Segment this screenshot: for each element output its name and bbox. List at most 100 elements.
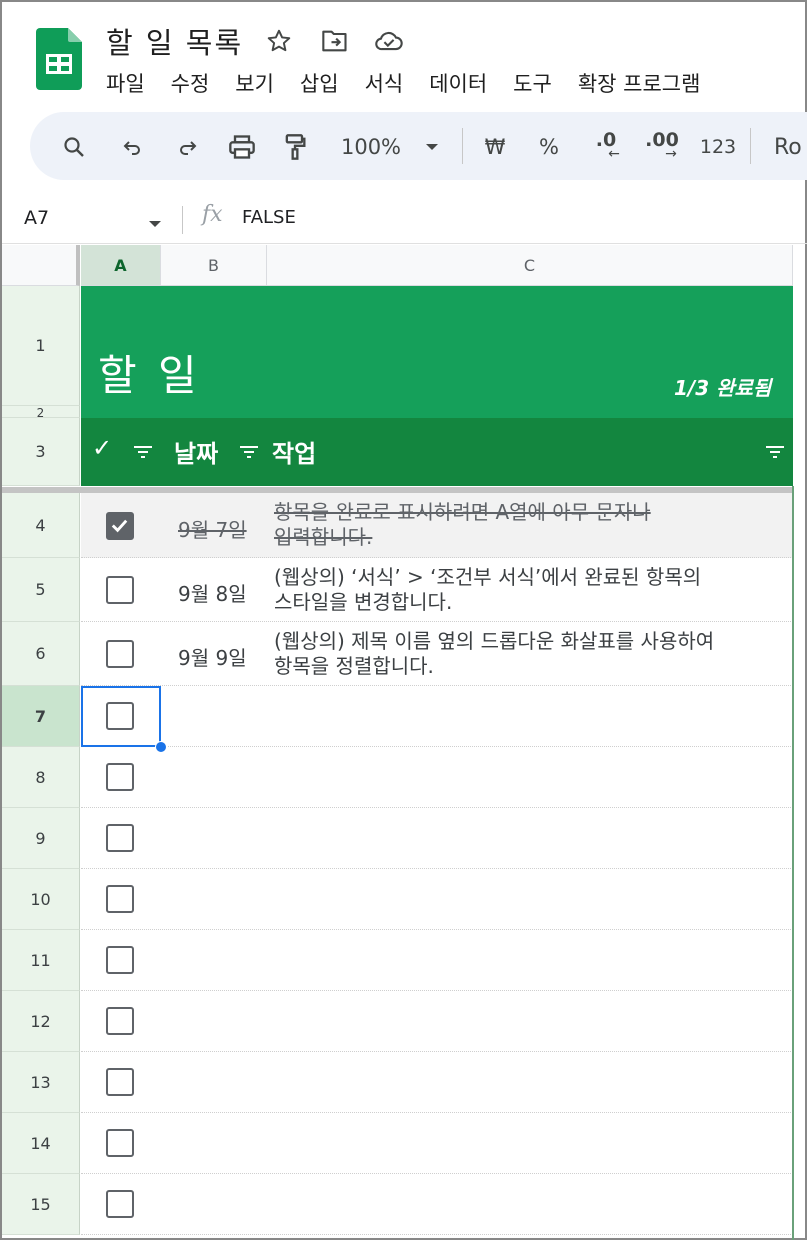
row-header-3[interactable]: 3 xyxy=(2,418,80,486)
task-description[interactable]: (웹상의) 제목 이름 옆의 드롭다운 화살표를 사용하여 항목을 정렬합니다. xyxy=(274,629,784,679)
fill-handle[interactable] xyxy=(155,741,167,753)
task-checkbox-checked[interactable] xyxy=(106,512,134,540)
menu-format[interactable]: 서식 xyxy=(365,68,404,98)
task-description[interactable]: 항목을 완료로 표시하려면 A열에 아무 문자나 입력합니다. xyxy=(274,500,784,550)
task-checkbox[interactable] xyxy=(106,946,134,974)
column-header-b[interactable]: B xyxy=(161,245,267,286)
task-description[interactable]: (웹상의) ‘서식’ > ‘조건부 서식’에서 완료된 항목의 스타일을 변경합… xyxy=(274,565,784,615)
sheets-logo-icon[interactable] xyxy=(36,28,82,90)
row-header-2[interactable]: 2 xyxy=(2,406,80,420)
document-title[interactable]: 할 일 목록 xyxy=(106,20,243,62)
redo-icon[interactable] xyxy=(172,130,204,164)
row-header-5[interactable]: 5 xyxy=(2,558,80,622)
menu-bar: 파일 수정 보기 삽입 서식 데이터 도구 확장 프로그램 xyxy=(106,68,726,98)
task-checkbox[interactable] xyxy=(106,1129,134,1157)
task-checkbox[interactable] xyxy=(106,824,134,852)
arrow-right-icon: → xyxy=(665,146,677,162)
row-header-12[interactable]: 12 xyxy=(2,991,80,1052)
task-description-line: 입력합니다. xyxy=(274,525,373,549)
print-icon[interactable] xyxy=(224,130,260,164)
filter-icon[interactable] xyxy=(238,443,260,463)
undo-icon[interactable] xyxy=(116,130,148,164)
checkmark-icon xyxy=(111,519,128,533)
table-row xyxy=(81,1052,793,1113)
task-description-line: 항목을 완료로 표시하려면 A열에 아무 문자나 xyxy=(274,500,651,524)
filter-icon[interactable] xyxy=(764,443,786,463)
row-header-9[interactable]: 9 xyxy=(2,808,80,869)
formula-input[interactable]: FALSE xyxy=(242,207,296,228)
completed-count: 1/3 완료됨 xyxy=(674,376,772,400)
toolbar-divider-2 xyxy=(750,128,751,164)
move-folder-icon[interactable] xyxy=(320,26,350,56)
menu-edit[interactable]: 수정 xyxy=(171,68,210,98)
task-date[interactable]: 9월 9일 xyxy=(178,642,247,671)
menu-data[interactable]: 데이터 xyxy=(429,68,487,98)
currency-format-button[interactable]: ₩ xyxy=(480,130,510,164)
sheet-title: 할 일 xyxy=(98,351,201,400)
name-box[interactable]: A7 xyxy=(24,207,49,229)
filter-icon[interactable] xyxy=(132,443,154,463)
row-header-11[interactable]: 11 xyxy=(2,930,80,991)
menu-extensions[interactable]: 확장 프로그램 xyxy=(578,68,701,98)
increase-decimal-button[interactable]: .00 → xyxy=(640,130,684,164)
active-cell-selection[interactable] xyxy=(81,686,161,747)
name-box-chevron-down-icon[interactable] xyxy=(148,214,162,233)
arrow-left-icon: ← xyxy=(608,146,620,162)
row-header-8[interactable]: 8 xyxy=(2,747,80,808)
menu-tools[interactable]: 도구 xyxy=(513,68,552,98)
table-row xyxy=(81,930,793,991)
task-description-line: (웹상의) ‘서식’ > ‘조건부 서식’에서 완료된 항목의 xyxy=(274,565,702,589)
row-header-1[interactable]: 1 xyxy=(2,286,80,406)
task-checkbox[interactable] xyxy=(106,640,134,668)
percent-format-button[interactable]: % xyxy=(534,130,564,164)
toolbar-divider xyxy=(462,128,463,164)
formula-bar xyxy=(2,194,807,244)
table-row xyxy=(81,686,793,747)
row-header-14[interactable]: 14 xyxy=(2,1113,80,1174)
table-row xyxy=(81,869,793,930)
paint-format-icon[interactable] xyxy=(278,130,312,164)
task-description-line: 항목을 정렬합니다. xyxy=(274,654,434,678)
task-checkbox[interactable] xyxy=(106,576,134,604)
decrease-decimal-button[interactable]: .0 ← xyxy=(586,130,626,164)
row-header-4[interactable]: 4 xyxy=(2,493,80,558)
column-header-a[interactable]: A xyxy=(81,245,161,286)
header-check-label: ✓ xyxy=(92,434,113,462)
font-select[interactable]: Ro xyxy=(774,130,806,164)
row-header-10[interactable]: 10 xyxy=(2,869,80,930)
function-icon: fx xyxy=(202,202,223,227)
table-row xyxy=(81,991,793,1052)
task-checkbox[interactable] xyxy=(106,1190,134,1218)
task-checkbox[interactable] xyxy=(106,1007,134,1035)
task-date[interactable]: 9월 7일 xyxy=(178,514,247,543)
menu-file[interactable]: 파일 xyxy=(106,68,145,98)
task-date[interactable]: 9월 8일 xyxy=(178,578,247,607)
menu-insert[interactable]: 삽입 xyxy=(300,68,339,98)
task-checkbox[interactable] xyxy=(106,763,134,791)
select-all-corner[interactable] xyxy=(2,245,80,286)
table-row xyxy=(81,1113,793,1174)
row-header-6[interactable]: 6 xyxy=(2,622,80,686)
menu-view[interactable]: 보기 xyxy=(235,68,274,98)
cloud-saved-icon[interactable] xyxy=(374,26,404,56)
formula-divider xyxy=(182,206,183,234)
table-row xyxy=(81,747,793,808)
row-header-13[interactable]: 13 xyxy=(2,1052,80,1113)
header-task-label: 작업 xyxy=(272,440,317,468)
zoom-chevron-down-icon[interactable] xyxy=(420,130,444,164)
search-menus-icon[interactable] xyxy=(58,130,90,164)
column-header-c[interactable]: C xyxy=(267,245,793,286)
table-row xyxy=(81,1174,793,1235)
row-header-15[interactable]: 15 xyxy=(2,1174,80,1235)
increase-decimal-label: .00 xyxy=(645,129,679,151)
header-date-label: 날짜 xyxy=(174,440,219,468)
task-checkbox[interactable] xyxy=(106,885,134,913)
decrease-decimal-label: .0 xyxy=(595,129,617,151)
task-description-line: (웹상의) 제목 이름 옆의 드롭다운 화살표를 사용하여 xyxy=(274,629,715,653)
task-description-line: 스타일을 변경합니다. xyxy=(274,590,453,614)
number-format-button[interactable]: 123 xyxy=(696,130,740,164)
task-checkbox[interactable] xyxy=(106,1068,134,1096)
zoom-select[interactable]: 100% xyxy=(336,130,406,164)
row-header-7[interactable]: 7 xyxy=(2,686,80,747)
star-icon[interactable] xyxy=(264,26,294,56)
